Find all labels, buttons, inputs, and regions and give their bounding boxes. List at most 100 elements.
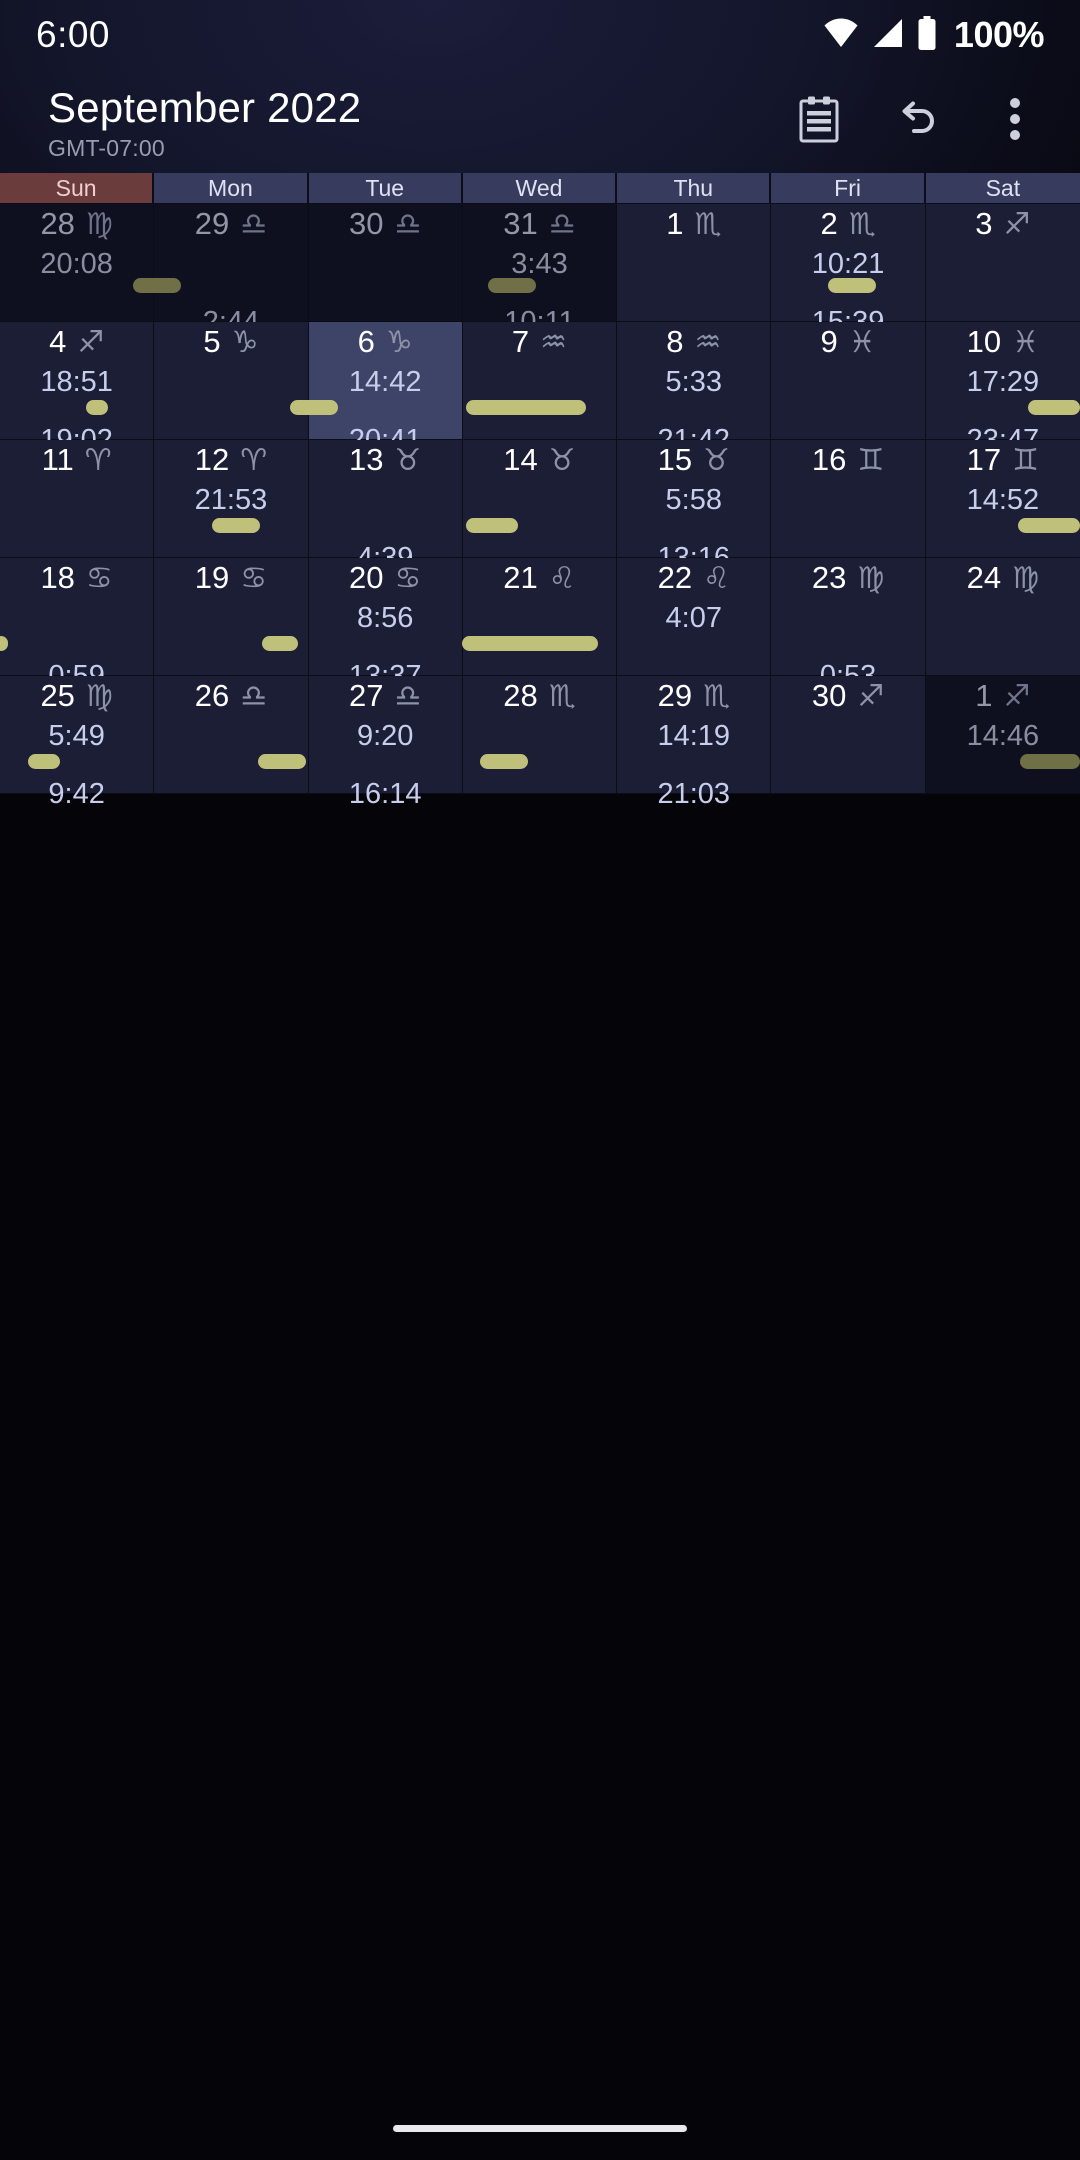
zodiac-sign-icon: ♓	[848, 325, 876, 360]
zodiac-sign-icon: ♋	[240, 561, 268, 596]
ingress-time-secondary: 16:14	[348, 778, 422, 810]
day-header: 9 ♓	[771, 326, 924, 358]
calendar-app-root: 6:00 100% September 2022 GMT-07:00 Sun M…	[0, 0, 1080, 2160]
day-cell[interactable]: 26 ♎	[154, 676, 309, 794]
weekday-header-tue[interactable]: Tue	[308, 173, 463, 204]
agenda-view-button[interactable]	[796, 96, 842, 144]
day-cell[interactable]: 9 ♓	[771, 322, 926, 440]
day-number: 24	[966, 560, 1002, 595]
weekday-header-mon[interactable]: Mon	[154, 173, 309, 204]
day-cell[interactable]: 10♓17:2923:47	[925, 322, 1080, 455]
day-number: 4	[49, 324, 67, 359]
day-cell[interactable]: 19 ♋	[154, 558, 309, 676]
ingress-time-primary: 9:20	[356, 720, 414, 752]
ingress-time-primary: 5:33	[665, 366, 722, 398]
day-number: 27	[349, 678, 384, 713]
ingress-time-secondary: 21:03	[657, 778, 731, 810]
zodiac-sign-icon: ♓	[1012, 325, 1040, 360]
weekday-header-sat[interactable]: Sat	[925, 173, 1080, 204]
day-number: 30	[811, 678, 847, 713]
day-header: 13 ♉	[309, 444, 462, 476]
day-cell[interactable]: 30 ♎	[308, 204, 463, 322]
day-cell[interactable]: 15♉5:5813:16	[617, 440, 772, 573]
day-cell[interactable]: 28 ♍ 20:08	[0, 204, 155, 322]
app-toolbar: September 2022 GMT-07:00	[0, 70, 1080, 173]
zodiac-sign-icon: ♐	[1003, 207, 1031, 242]
day-cell[interactable]: 30 ♐	[771, 676, 926, 794]
day-cell[interactable]: 20♋8:5613:37	[308, 558, 463, 691]
day-number: 30	[349, 206, 384, 241]
calendar-month-grid: 28♍20:0829♎2:4430♎31♎3:4310:111♏2♏10:211…	[0, 204, 1080, 809]
day-cell[interactable]: 8♒5:3321:42	[617, 322, 772, 455]
day-number: 1	[975, 678, 993, 713]
day-cell[interactable]: 16 ♊	[771, 440, 926, 558]
day-number: 22	[657, 560, 693, 595]
day-header: 28 ♍	[0, 208, 153, 240]
zodiac-sign-icon: ♑	[385, 325, 413, 360]
ingress-time-primary: 8:56	[356, 602, 414, 634]
zodiac-sign-icon: ♍	[85, 679, 113, 714]
zodiac-sign-icon: ♋	[394, 561, 422, 596]
day-cell[interactable]: 22 ♌ 4:07	[617, 558, 772, 676]
day-cell[interactable]: 29 ♏ 14:19 21:03	[617, 676, 772, 809]
zodiac-sign-icon: ♏	[848, 207, 876, 242]
day-cell[interactable]: 21 ♌	[462, 558, 618, 676]
day-number: 11	[41, 442, 74, 477]
weekday-header-thu[interactable]: Thu	[617, 173, 772, 204]
day-cell[interactable]: 13♉4:39	[308, 440, 463, 573]
day-cell[interactable]: 3 ♐	[925, 204, 1080, 322]
day-cell[interactable]: 7 ♒	[462, 322, 618, 440]
zodiac-sign-icon: ♌	[548, 561, 576, 596]
status-clock: 6:00	[36, 14, 111, 55]
zodiac-sign-icon: ♉	[703, 443, 730, 478]
day-cell[interactable]: 4♐18:5119:02	[0, 322, 155, 455]
overflow-menu-button[interactable]	[992, 97, 1038, 146]
day-number: 8	[666, 324, 684, 359]
weekday-header-wed[interactable]: Wed	[462, 173, 618, 204]
day-header: 3 ♐	[926, 208, 1080, 240]
day-cell[interactable]: 28 ♏	[462, 676, 618, 794]
day-cell[interactable]: 1 ♏	[617, 204, 772, 322]
day-number: 18	[40, 560, 75, 595]
day-cell[interactable]: 17 ♊ 14:52	[925, 440, 1080, 558]
day-cell[interactable]: 12 ♈ 21:53	[154, 440, 309, 558]
day-header: 28 ♏	[463, 680, 616, 712]
zodiac-sign-icon: ♉	[548, 443, 576, 478]
day-header: 23 ♍	[771, 562, 924, 594]
cellular-signal-icon	[872, 18, 904, 53]
day-number: 26	[194, 678, 230, 713]
day-cell[interactable]: 31♎3:4310:11	[462, 204, 618, 337]
day-cell[interactable]: 25 ♍ 5:49 9:42	[0, 676, 155, 809]
day-cell[interactable]: 14 ♉	[462, 440, 618, 558]
ingress-time-primary: 17:29	[966, 366, 1040, 398]
weekday-header-sun[interactable]: Sun	[0, 173, 155, 204]
day-cell[interactable]: 1 ♐ 14:46	[925, 676, 1080, 794]
home-gesture-bar[interactable]	[393, 2124, 687, 2132]
undo-button[interactable]	[894, 98, 940, 144]
day-cell[interactable]: 23♍0:53	[771, 558, 926, 691]
day-cell[interactable]: 24 ♍	[925, 558, 1080, 676]
agenda-view-icon	[797, 95, 841, 148]
day-number: 5	[203, 324, 221, 359]
ingress-time-primary: 20:08	[40, 248, 113, 280]
ingress-time-primary: 4:07	[665, 602, 722, 634]
day-number: 31	[503, 206, 538, 241]
day-cell[interactable]: 29♎2:44	[154, 204, 309, 337]
day-number: 15	[657, 442, 693, 477]
day-cell[interactable]: 6♑14:4220:41	[308, 322, 463, 455]
day-cell[interactable]: 5 ♑	[154, 322, 309, 440]
day-header: 16 ♊	[771, 444, 924, 476]
day-number: 20	[349, 560, 384, 595]
day-cell[interactable]: 11 ♈	[0, 440, 155, 558]
status-bar: 6:00 100%	[0, 0, 1080, 70]
zodiac-sign-icon: ♏	[694, 207, 722, 242]
overflow-menu-icon	[1009, 97, 1021, 146]
zodiac-sign-icon: ♐	[1003, 679, 1031, 714]
day-cell[interactable]: 18♋0:59	[0, 558, 155, 691]
weekday-header-fri[interactable]: Fri	[771, 173, 926, 204]
day-cell[interactable]: 2♏10:2115:39	[771, 204, 926, 337]
zodiac-sign-icon: ♐	[857, 679, 885, 714]
day-number: 1	[666, 206, 684, 241]
day-cell[interactable]: 27 ♎ 9:20 16:14	[308, 676, 463, 809]
day-number: 28	[40, 206, 75, 241]
